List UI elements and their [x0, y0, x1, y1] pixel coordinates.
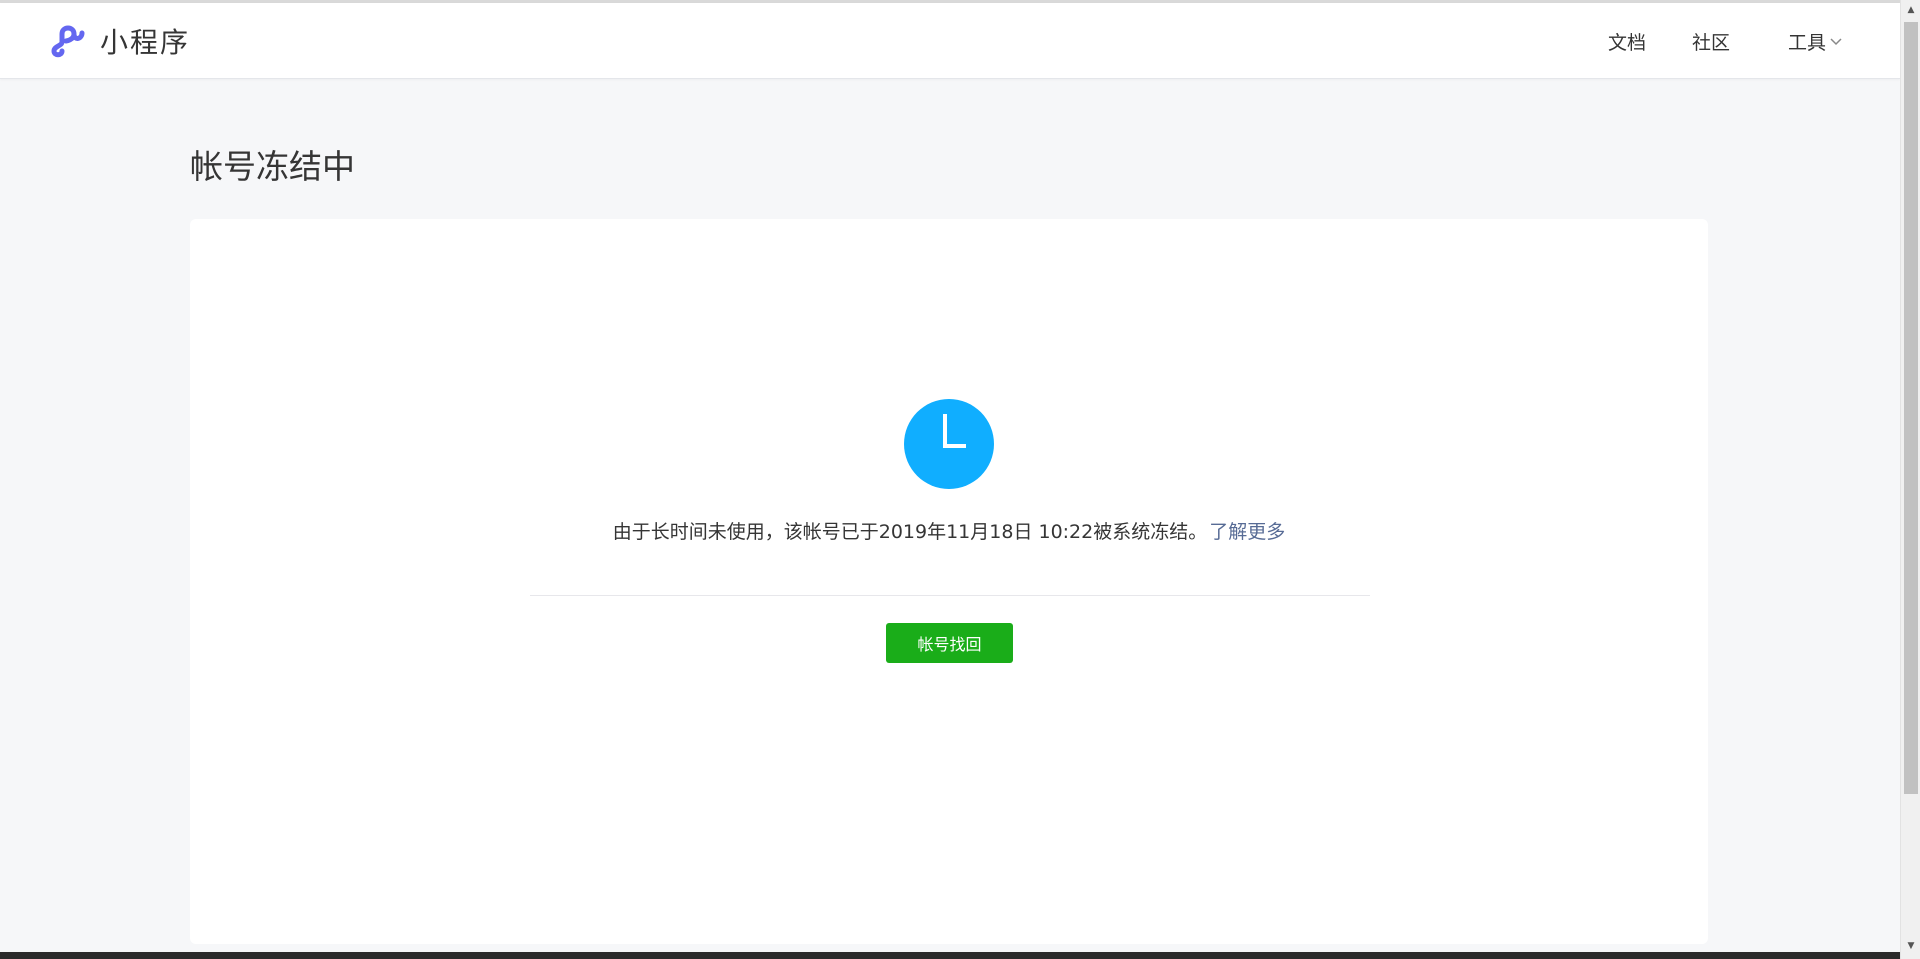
- frozen-status-icon: [904, 399, 994, 489]
- freeze-message-text: 由于长时间未使用，该帐号已于2019年11月18日 10:22被系统冻结。: [612, 521, 1208, 543]
- status-card: 由于长时间未使用，该帐号已于2019年11月18日 10:22被系统冻结。 了解更…: [190, 219, 1708, 944]
- nav-docs-link[interactable]: 文档: [1608, 3, 1646, 79]
- vertical-scrollbar[interactable]: ▲ ▼: [1900, 0, 1920, 959]
- scroll-up-arrow-icon[interactable]: ▲: [1905, 4, 1917, 16]
- freeze-message: 由于长时间未使用，该帐号已于2019年11月18日 10:22被系统冻结。 了解更…: [190, 517, 1708, 544]
- page-title: 帐号冻结中: [190, 147, 355, 186]
- brand-logo[interactable]: 小程序: [48, 21, 190, 61]
- nav-community-link[interactable]: 社区: [1692, 3, 1730, 79]
- chevron-down-icon: [1830, 38, 1842, 46]
- scrollbar-thumb[interactable]: [1904, 22, 1918, 794]
- divider: [530, 595, 1370, 596]
- logo-text: 小程序: [100, 26, 191, 59]
- learn-more-link[interactable]: 了解更多: [1209, 521, 1285, 543]
- account-recovery-button[interactable]: 帐号找回: [886, 623, 1013, 663]
- nav-tools-label: 工具: [1788, 31, 1827, 54]
- nav-tools-menu[interactable]: 工具: [1788, 3, 1842, 79]
- bottom-edge: [0, 952, 1900, 959]
- clock-icon: [943, 414, 966, 448]
- miniprogram-logo-icon: [51, 25, 85, 58]
- top-navigation-bar: 小程序 文档 社区 工具: [0, 3, 1900, 79]
- scroll-down-arrow-icon[interactable]: ▼: [1905, 940, 1917, 952]
